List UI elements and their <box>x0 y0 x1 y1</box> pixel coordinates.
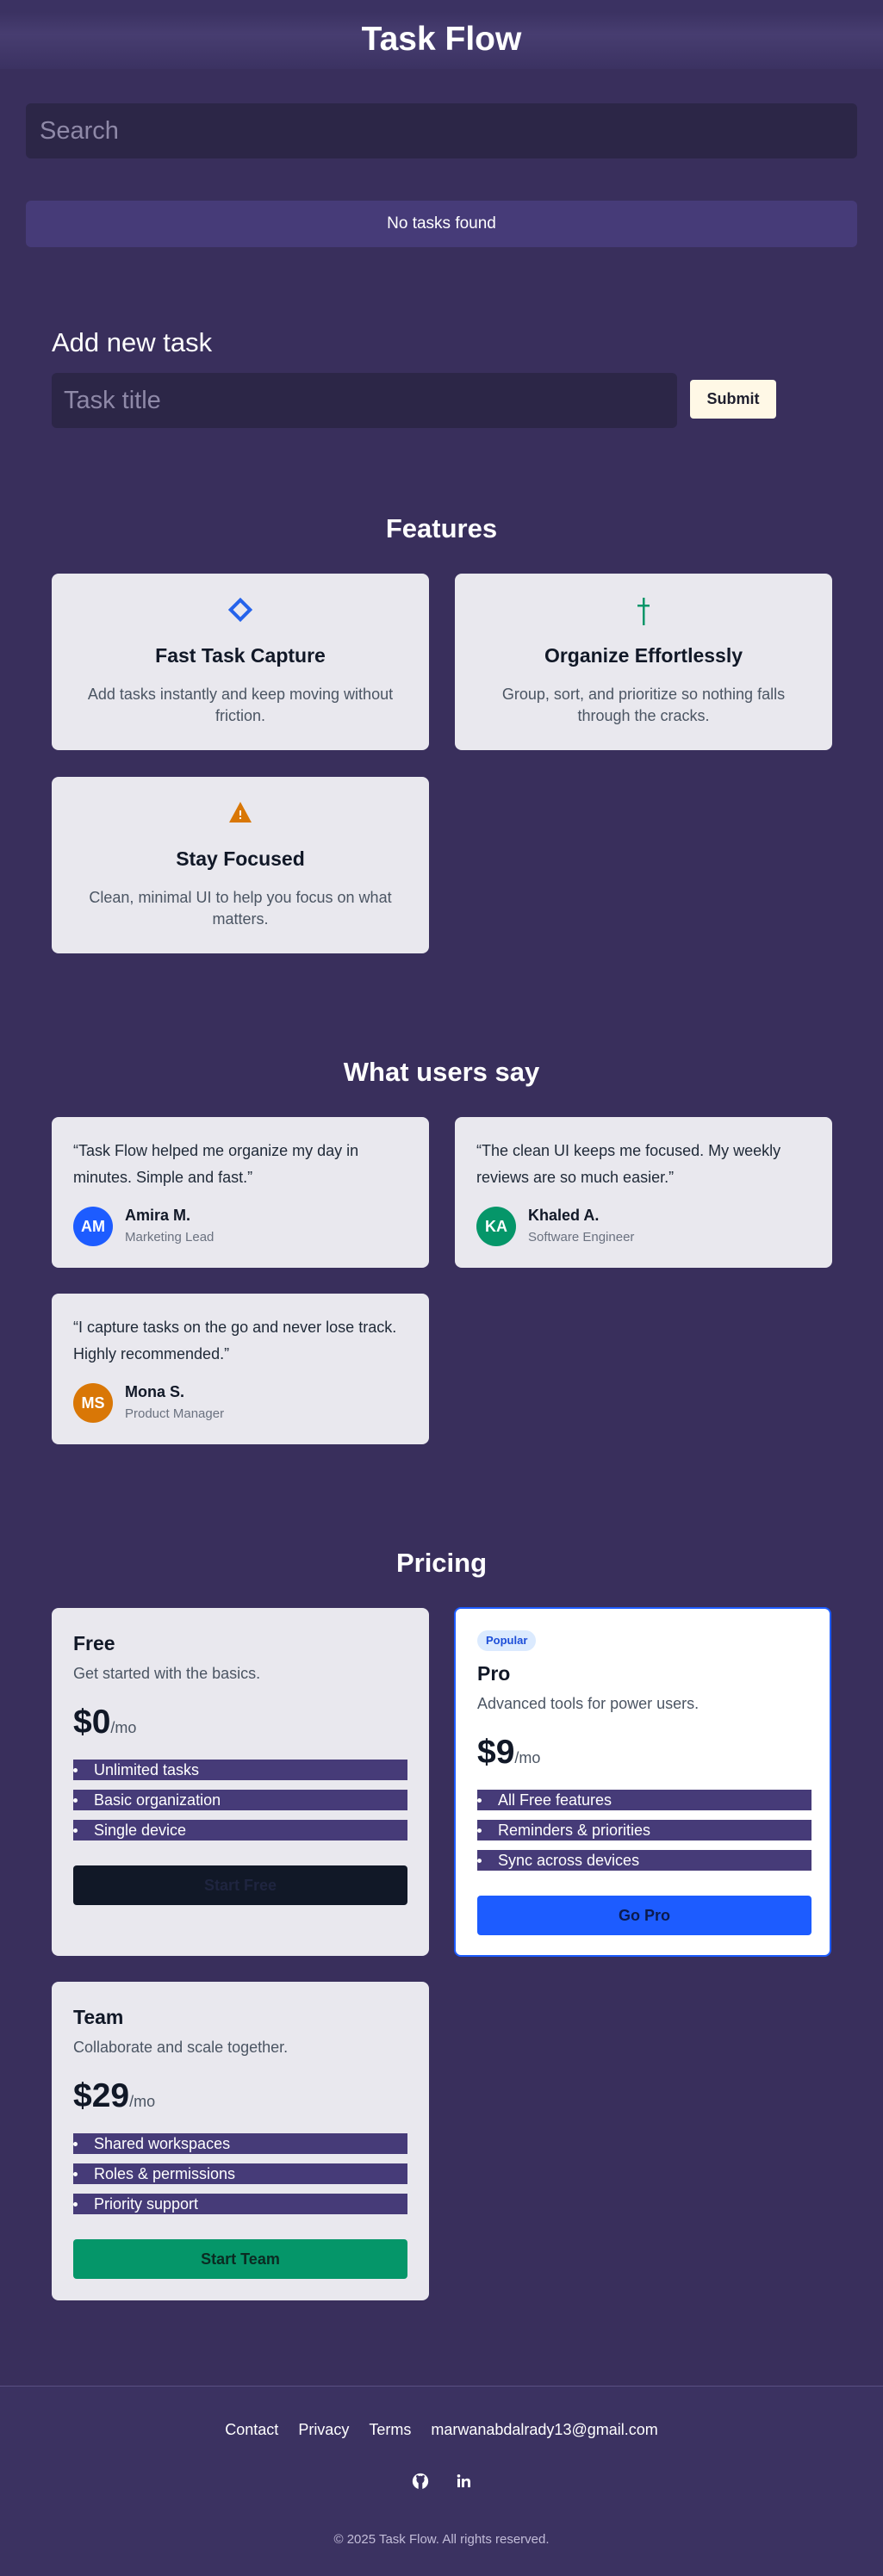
testimonial-card: “I capture tasks on the go and never los… <box>52 1294 429 1444</box>
plan-price: $0/mo <box>73 1704 136 1741</box>
plan-feature: All Free features <box>477 1790 811 1810</box>
plan-price: $9/mo <box>477 1734 540 1772</box>
plan-feature: Sync across devices <box>477 1850 811 1871</box>
feature-description: Add tasks instantly and keep moving with… <box>87 686 394 724</box>
plan-feature: Single device <box>73 1820 407 1840</box>
feature-card: Fast Task Capture Add tasks instantly an… <box>52 574 429 750</box>
testimonial-name: Khaled A. <box>528 1207 600 1224</box>
footer-link-email[interactable]: marwanabdalrady13@gmail.com <box>431 2421 657 2438</box>
testimonials-heading: What users say <box>343 1057 540 1087</box>
plan-feature: Basic organization <box>73 1790 407 1810</box>
feature-title: Stay Focused <box>176 847 305 870</box>
app-header: Task Flow <box>0 0 883 69</box>
plan-price-amount: $29 <box>73 2077 130 2114</box>
testimonial-card: “Task Flow helped me organize my day in … <box>52 1117 429 1268</box>
search-container <box>26 103 857 158</box>
plan-feature: Shared workspaces <box>73 2133 407 2154</box>
plan-description: Advanced tools for power users. <box>477 1695 700 1712</box>
app-title-text: Task Flow <box>361 21 522 58</box>
footer-links: Contact Privacy Terms marwanabdalrady13@… <box>0 2421 883 2439</box>
popular-badge: Popular <box>477 1630 537 1651</box>
submit-button[interactable]: Submit <box>690 380 776 419</box>
copyright: © 2025 Task Flow. All rights reserved. <box>333 2532 550 2547</box>
plan-name: Pro <box>477 1662 511 1685</box>
dagger-icon <box>455 596 832 627</box>
footer-link-contact[interactable]: Contact <box>225 2421 278 2438</box>
task-title-input[interactable] <box>52 373 677 428</box>
plan-description: Get started with the basics. <box>73 1665 261 1682</box>
avatar: MS <box>73 1383 113 1423</box>
plan-price-amount: $9 <box>477 1734 515 1771</box>
feature-title: Organize Effortlessly <box>544 644 743 667</box>
avatar: AM <box>73 1207 113 1246</box>
testimonial-card: “The clean UI keeps me focused. My weekl… <box>455 1117 832 1268</box>
app-title: Task Flow <box>0 0 883 56</box>
avatar: KA <box>476 1207 516 1246</box>
plan-description: Collaborate and scale together. <box>73 2039 289 2056</box>
testimonial-quote: “Task Flow helped me organize my day in … <box>73 1142 359 1186</box>
go-pro-button[interactable]: Go Pro <box>477 1896 811 1935</box>
plan-price: $29/mo <box>73 2077 155 2115</box>
plan-price-period: /mo <box>514 1749 541 1766</box>
plan-name: Free <box>73 1632 115 1654</box>
diamond-icon <box>52 596 429 627</box>
social-links <box>0 2472 883 2491</box>
feature-description: Group, sort, and prioritize so nothing f… <box>501 686 786 724</box>
plan-feature: Priority support <box>73 2194 407 2214</box>
features-heading: Features <box>385 513 498 543</box>
feature-description: Clean, minimal UI to help you focus on w… <box>89 889 392 928</box>
plan-feature: Unlimited tasks <box>73 1760 407 1780</box>
plan-feature-list: Unlimited tasks Basic organization Singl… <box>73 1760 407 1850</box>
pricing-card-pro: Popular Pro Advanced tools for power use… <box>454 1607 831 1957</box>
page: Task Flow No tasks found Add new task Su… <box>0 0 883 2576</box>
feature-card: Stay Focused Clean, minimal UI to help y… <box>52 777 429 953</box>
plan-price-amount: $0 <box>73 1704 111 1741</box>
footer-link-terms[interactable]: Terms <box>369 2421 411 2438</box>
start-team-button[interactable]: Start Team <box>73 2239 407 2279</box>
testimonial-role: Marketing Lead <box>125 1230 215 1245</box>
start-free-button[interactable]: Start Free <box>73 1865 407 1905</box>
pricing-heading: Pricing <box>395 1548 488 1578</box>
testimonial-role: Software Engineer <box>528 1230 635 1245</box>
plan-name: Team <box>73 2006 124 2028</box>
warning-triangle-icon <box>52 799 429 830</box>
testimonial-name: Amira M. <box>125 1207 191 1224</box>
footer: Contact Privacy Terms marwanabdalrady13@… <box>0 2387 883 2576</box>
feature-title: Fast Task Capture <box>155 644 326 667</box>
linkedin-icon[interactable] <box>454 2472 473 2491</box>
feature-card: Organize Effortlessly Group, sort, and p… <box>455 574 832 750</box>
testimonial-quote: “I capture tasks on the go and never los… <box>73 1319 397 1362</box>
testimonial-role: Product Manager <box>125 1406 225 1421</box>
pricing-card-free: Free Get started with the basics. $0/mo … <box>52 1608 429 1956</box>
plan-feature-list: All Free features Reminders & priorities… <box>477 1790 811 1880</box>
footer-link-privacy[interactable]: Privacy <box>298 2421 349 2438</box>
empty-tasks-banner: No tasks found <box>26 201 857 247</box>
pricing-card-team: Team Collaborate and scale together. $29… <box>52 1982 429 2300</box>
github-icon[interactable] <box>411 2472 430 2491</box>
testimonial-name: Mona S. <box>125 1383 185 1400</box>
testimonial-quote: “The clean UI keeps me focused. My weekl… <box>476 1142 781 1186</box>
search-input[interactable] <box>26 103 857 158</box>
plan-feature: Roles & permissions <box>73 2163 407 2184</box>
plan-price-period: /mo <box>129 2093 156 2110</box>
add-task-heading: Add new task <box>52 327 213 357</box>
plan-feature: Reminders & priorities <box>477 1820 811 1840</box>
plan-feature-list: Shared workspaces Roles & permissions Pr… <box>73 2133 407 2224</box>
plan-price-period: /mo <box>110 1719 137 1736</box>
